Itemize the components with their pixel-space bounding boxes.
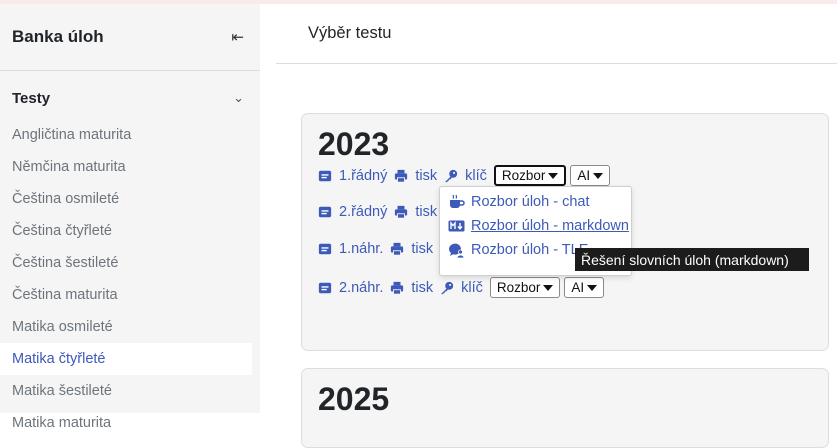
menu-item-rozbor-tle[interactable]: Rozbor úloh - TLE <box>448 242 588 258</box>
print-link[interactable]: tisk <box>394 168 437 184</box>
caret-down-icon <box>587 284 598 291</box>
menu-item-label: Rozbor úloh - markdown <box>471 218 629 234</box>
sidebar-item-matika-osmilete[interactable]: Matika osmileté <box>0 311 252 343</box>
caret-down-icon <box>593 172 604 179</box>
menu-item-rozbor-markdown[interactable]: Rozbor úloh - markdown <box>448 218 629 234</box>
year-heading: 2023 <box>318 126 390 162</box>
menu-item-label: Rozbor úloh - chat <box>471 194 590 210</box>
print-link[interactable]: tisk <box>394 204 437 220</box>
test-row: 1.řádný tisk klíč Rozbor AI <box>318 165 614 186</box>
key-label: klíč <box>465 167 487 184</box>
sidebar-item-matika-maturita[interactable]: Matika maturita <box>0 407 252 439</box>
print-label: tisk <box>411 279 434 296</box>
message-icon <box>318 281 332 295</box>
test-term-label: 2.náhr. <box>339 279 384 296</box>
collapse-left-icon[interactable]: ⇤ <box>231 28 244 46</box>
test-row: 1.náhr. tisk <box>318 241 440 257</box>
printer-icon <box>390 281 404 295</box>
coffee-icon <box>448 194 465 210</box>
sidebar-header: Banka úloh ⇤ <box>0 4 260 70</box>
ai-button-label: AI <box>571 280 585 295</box>
sidebar-item-anglictina-maturita[interactable]: Angličtina maturita <box>0 119 252 151</box>
sidebar-item-nemcina-maturita[interactable]: Němčina maturita <box>0 151 252 183</box>
print-label: tisk <box>415 167 438 184</box>
sidebar-title: Banka úloh <box>12 27 104 46</box>
print-link[interactable]: tisk <box>390 241 433 257</box>
tooltip: Řešení slovních úloh (markdown) <box>575 248 809 271</box>
markdown-icon <box>448 218 465 234</box>
message-icon <box>318 169 332 183</box>
caret-down-icon <box>543 284 554 291</box>
page-title: Výběr testu <box>276 4 837 64</box>
year-card-2025: 2025 <box>301 368 829 448</box>
test-link[interactable]: 2.náhr. <box>318 280 383 296</box>
sidebar-item-cestina-ctyrlete[interactable]: Čeština čtyřleté <box>0 215 252 247</box>
test-term-label: 2.řádný <box>339 204 388 220</box>
printer-icon <box>390 242 404 256</box>
menu-item-label: Rozbor úloh - TLE <box>471 242 589 258</box>
sidebar-item-cestina-sestilete[interactable]: Čeština šestileté <box>0 247 252 279</box>
message-icon <box>318 242 332 256</box>
test-term-label: 1.řádný <box>339 167 388 184</box>
year-heading: 2025 <box>318 381 390 417</box>
ai-button-label: AI <box>577 168 591 183</box>
sidebar-item-matika-ctyrlete[interactable]: Matika čtyřleté <box>0 343 252 375</box>
test-link[interactable]: 2.řádný <box>318 204 387 220</box>
sidebar-section-tests[interactable]: Testy ⌄ <box>0 71 260 119</box>
test-link[interactable]: 1.řádný <box>318 168 387 184</box>
printer-icon <box>394 169 408 183</box>
key-link[interactable]: klíč <box>440 280 483 296</box>
test-link[interactable]: 1.náhr. <box>318 241 383 257</box>
menu-item-rozbor-chat[interactable]: Rozbor úloh - chat <box>448 194 589 210</box>
print-label: tisk <box>415 204 438 220</box>
sidebar-item-cestina-maturita[interactable]: Čeština maturita <box>0 279 252 311</box>
print-label: tisk <box>411 241 434 257</box>
caret-down-icon <box>548 172 559 179</box>
ai-dropdown-button[interactable]: AI <box>564 277 605 298</box>
key-icon <box>440 281 454 295</box>
test-row: 2.řádný tisk <box>318 204 444 220</box>
key-icon <box>444 169 458 183</box>
sidebar: Banka úloh ⇤ Testy ⌄ Angličtina maturita… <box>0 4 260 431</box>
analysis-button-label: Rozbor <box>496 280 541 295</box>
chevron-down-icon: ⌄ <box>233 90 244 105</box>
message-icon <box>318 205 332 219</box>
ai-dropdown-button[interactable]: AI <box>570 165 611 186</box>
test-term-label: 1.náhr. <box>339 241 384 257</box>
key-label: klíč <box>461 279 483 296</box>
sidebar-item-matika-sestilete[interactable]: Matika šestileté <box>0 375 252 407</box>
print-link[interactable]: tisk <box>390 280 433 296</box>
key-link[interactable]: klíč <box>444 168 487 184</box>
test-row: 2.náhr. tisk klíč Rozbor AI <box>318 277 608 298</box>
chat-user-icon <box>448 242 465 258</box>
analysis-dropdown-button[interactable]: Rozbor <box>493 165 567 186</box>
analysis-dropdown-button[interactable]: Rozbor <box>489 277 561 298</box>
sidebar-item-cestina-osmilete[interactable]: Čeština osmileté <box>0 183 252 215</box>
sidebar-section-label: Testy <box>12 89 51 107</box>
printer-icon <box>394 205 408 219</box>
analysis-button-label: Rozbor <box>501 168 546 183</box>
